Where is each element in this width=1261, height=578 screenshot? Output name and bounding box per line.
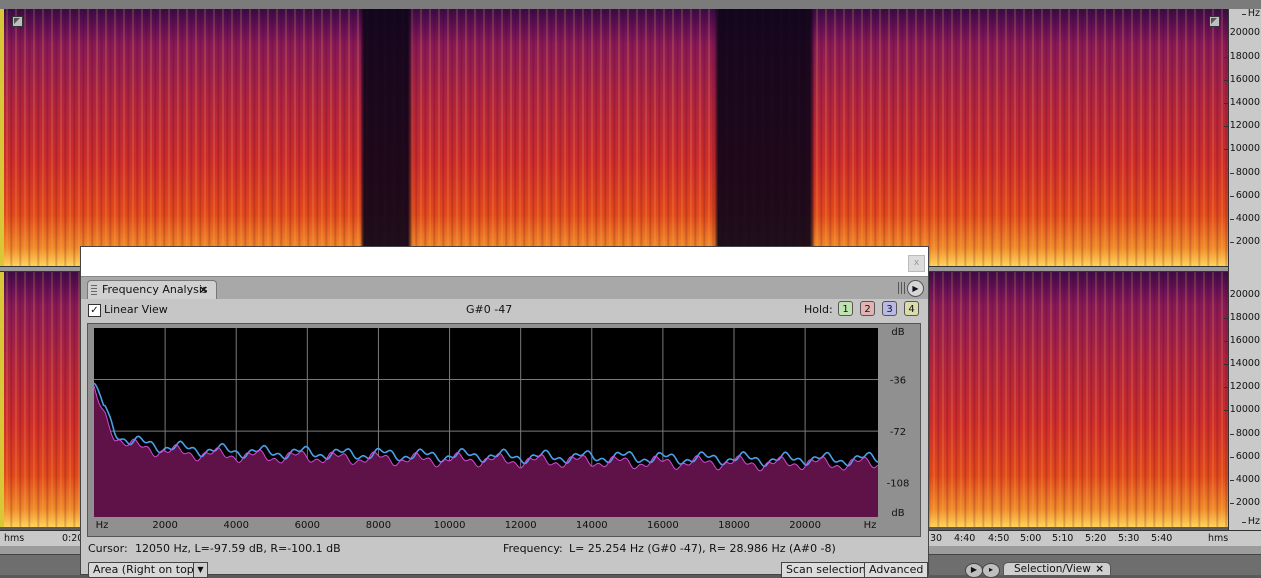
hold-label: Hold: bbox=[804, 303, 833, 316]
hold-button-4[interactable]: 4 bbox=[904, 301, 919, 316]
frequency-value: L= 25.254 Hz (G#0 -47), R= 28.986 Hz (A#… bbox=[569, 542, 836, 555]
cursor-value: 12050 Hz, L=-97.59 dB, R=-100.1 dB bbox=[135, 542, 341, 555]
freq-ruler-label: 4000 bbox=[1229, 474, 1260, 485]
frequency-ruler: Hz 20000 18000 16000 14000 12000 10000 8000 6000… bbox=[1223, 8, 1261, 530]
tab-frequency-analysis[interactable]: Frequency Analysis × bbox=[87, 280, 217, 299]
time-ruler-label: 5:30 bbox=[1118, 533, 1140, 544]
time-ruler-label: hms bbox=[1208, 533, 1229, 544]
x-tick-label: Hz bbox=[96, 520, 109, 531]
x-tick-label: 16000 bbox=[647, 520, 679, 531]
freq-ruler-label: 12000 bbox=[1223, 381, 1260, 392]
hold-button-1[interactable]: 1 bbox=[838, 301, 853, 316]
x-tick-label: 10000 bbox=[434, 520, 466, 531]
frequency-label: Frequency: bbox=[503, 542, 563, 555]
cursor-label: Cursor: bbox=[88, 542, 128, 555]
freq-ruler-label: 4000 bbox=[1229, 213, 1260, 224]
grip-icon[interactable] bbox=[91, 285, 97, 295]
freq-ruler-label: 20000 bbox=[1223, 289, 1260, 300]
freq-ruler-label: 18000 bbox=[1223, 312, 1260, 323]
time-ruler-label: 5:00 bbox=[1020, 533, 1042, 544]
time-ruler-label: 4:50 bbox=[988, 533, 1010, 544]
x-tick-label: 4000 bbox=[223, 520, 248, 531]
play-icon[interactable]: ▶ bbox=[965, 563, 983, 578]
x-tick-label: 12000 bbox=[505, 520, 537, 531]
chevron-down-icon[interactable]: ▼ bbox=[193, 562, 208, 578]
advanced-button[interactable]: Advanced bbox=[864, 562, 929, 578]
freq-ruler-label: 8000 bbox=[1229, 428, 1260, 439]
y-tick-label: -36 bbox=[890, 376, 906, 387]
zoom-corner-handle[interactable] bbox=[1209, 16, 1220, 27]
freq-ruler-label: 2000 bbox=[1229, 236, 1260, 247]
panel-menu-icon[interactable]: ▶ bbox=[907, 280, 924, 297]
x-tick-label: Hz bbox=[864, 520, 877, 531]
frequency-toolbar: ✓ Linear View G#0 -47 Hold: 1 2 3 4 bbox=[81, 298, 928, 322]
freq-ruler-label: 2000 bbox=[1229, 497, 1260, 508]
selection-edge bbox=[0, 9, 4, 266]
freq-ruler-label: 16000 bbox=[1223, 74, 1260, 85]
freq-ruler-label: 16000 bbox=[1223, 335, 1260, 346]
panel-controls-row: Area (Right on top) ▼ Scan selection Adv… bbox=[81, 558, 929, 578]
time-ruler-label: hms bbox=[4, 533, 25, 544]
freq-ruler-label: 10000 bbox=[1223, 143, 1260, 154]
options-icon[interactable]: ▸ bbox=[982, 563, 1000, 578]
frequency-analysis-panel: x Frequency Analysis × ▶ ✓ Linear View G… bbox=[80, 246, 929, 578]
cursor-status-row: Cursor: 12050 Hz, L=-97.59 dB, R=-100.1 … bbox=[81, 540, 928, 556]
freq-ruler-label: Hz bbox=[1241, 516, 1260, 527]
freq-ruler-label: 6000 bbox=[1229, 451, 1260, 462]
zoom-corner-handle[interactable] bbox=[12, 16, 23, 27]
freq-ruler-label: 10000 bbox=[1223, 404, 1260, 415]
hold-button-2[interactable]: 2 bbox=[860, 301, 875, 316]
freq-ruler-label: 14000 bbox=[1223, 97, 1260, 108]
y-tick-label: dB bbox=[891, 508, 904, 519]
freq-ruler-label: 18000 bbox=[1223, 51, 1260, 62]
frequency-graph[interactable]: Hz 2000 4000 6000 8000 10000 12000 14000 16000 18… bbox=[87, 323, 921, 537]
freq-ruler-label: Hz bbox=[1241, 8, 1260, 19]
x-tick-label: 6000 bbox=[295, 520, 320, 531]
spectrogram-left-channel[interactable] bbox=[4, 9, 1228, 266]
scan-selection-button[interactable]: Scan selection bbox=[781, 562, 871, 578]
y-tick-label: dB bbox=[891, 327, 904, 338]
x-tick-label: 20000 bbox=[789, 520, 821, 531]
selection-edge bbox=[0, 270, 4, 527]
y-tick-label: -72 bbox=[890, 427, 906, 438]
panel-close-button[interactable]: x bbox=[908, 255, 925, 272]
time-ruler-label: 5:20 bbox=[1085, 533, 1107, 544]
y-tick-label: -108 bbox=[887, 479, 910, 490]
area-dropdown[interactable]: Area (Right on top) bbox=[88, 562, 204, 578]
linear-view-checkbox[interactable]: ✓ bbox=[88, 304, 101, 317]
grip-icon[interactable] bbox=[898, 282, 906, 294]
frequency-chart[interactable]: Hz 2000 4000 6000 8000 10000 12000 14000 16000 18… bbox=[88, 324, 920, 536]
note-readout: G#0 -47 bbox=[466, 303, 513, 316]
linear-view-label: Linear View bbox=[104, 303, 168, 316]
panel-titlebar[interactable] bbox=[81, 247, 928, 276]
freq-ruler-label: 6000 bbox=[1229, 190, 1260, 201]
x-tick-label: 8000 bbox=[366, 520, 391, 531]
x-tick-label: 18000 bbox=[718, 520, 750, 531]
tab-label: Frequency Analysis bbox=[102, 283, 208, 296]
freq-ruler-label: 8000 bbox=[1229, 167, 1260, 178]
time-ruler-label: 5:40 bbox=[1151, 533, 1173, 544]
x-tick-label: 14000 bbox=[576, 520, 608, 531]
hold-button-3[interactable]: 3 bbox=[882, 301, 897, 316]
x-tick-label: 2000 bbox=[152, 520, 177, 531]
freq-ruler-label: 20000 bbox=[1223, 27, 1260, 38]
freq-ruler-label: 14000 bbox=[1223, 358, 1260, 369]
panel-tabstrip: Frequency Analysis × ▶ bbox=[81, 276, 928, 299]
tab-selection-view[interactable]: Selection/View × bbox=[1003, 562, 1111, 575]
close-icon[interactable]: × bbox=[1095, 563, 1104, 575]
time-ruler-label: 30 bbox=[930, 533, 943, 544]
time-ruler-label: 4:40 bbox=[954, 533, 976, 544]
time-ruler-label: 5:10 bbox=[1052, 533, 1074, 544]
close-icon[interactable]: × bbox=[199, 281, 208, 299]
freq-ruler-label: 12000 bbox=[1223, 120, 1260, 131]
